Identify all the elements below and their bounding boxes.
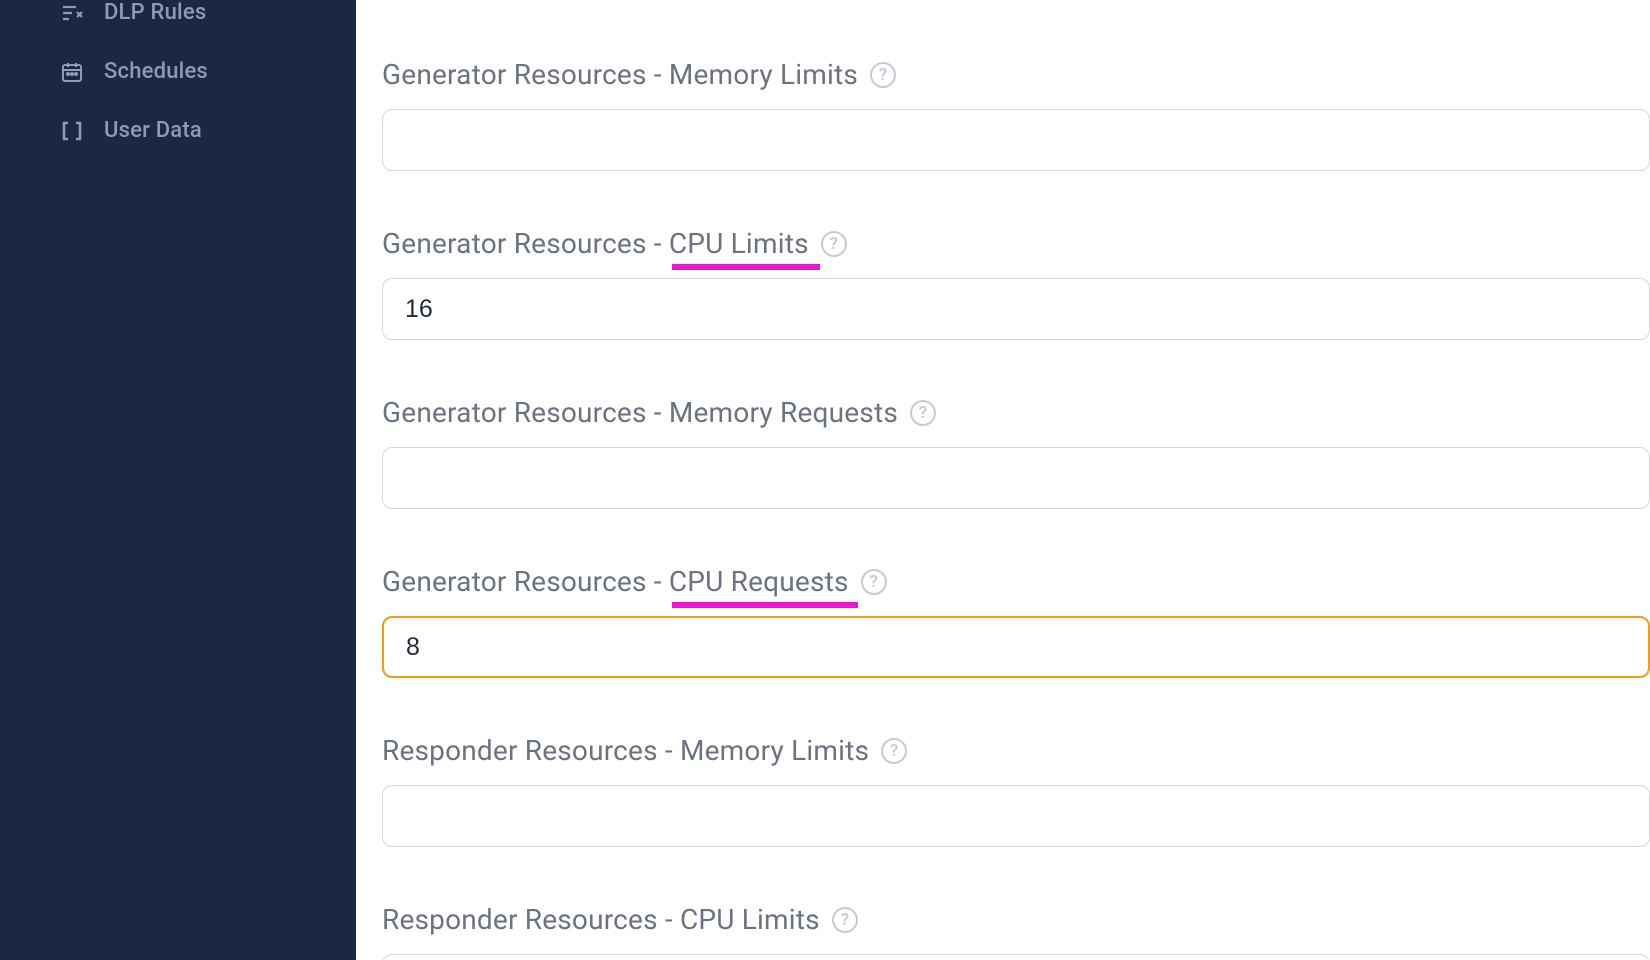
gen-cpu-requests-input[interactable] bbox=[382, 616, 1650, 678]
resource-form: Generator Resources - Memory Limits ? Ge… bbox=[382, 58, 1650, 960]
help-icon[interactable]: ? bbox=[910, 400, 936, 426]
annotation-underline bbox=[672, 602, 858, 608]
gen-cpu-limits-input[interactable] bbox=[382, 278, 1650, 340]
field-label: Responder Resources - CPU Limits bbox=[382, 903, 820, 936]
field-gen-cpu-requests: Generator Resources - CPU Requests ? bbox=[382, 565, 1650, 678]
field-gen-mem-requests: Generator Resources - Memory Requests ? bbox=[382, 396, 1650, 509]
main-content: Generator Resources - Memory Limits ? Ge… bbox=[356, 0, 1650, 960]
filter-x-icon bbox=[60, 1, 84, 25]
field-label: Responder Resources - Memory Limits bbox=[382, 734, 869, 767]
field-label: Generator Resources - CPU Requests bbox=[382, 565, 849, 598]
help-icon[interactable]: ? bbox=[821, 231, 847, 257]
resp-mem-limits-input[interactable] bbox=[382, 785, 1650, 847]
sidebar-item-label: Schedules bbox=[104, 59, 208, 84]
annotation-underline bbox=[672, 264, 820, 270]
field-label-row: Generator Resources - Memory Limits ? bbox=[382, 58, 1650, 91]
sidebar-item-dlp-rules[interactable]: DLP Rules bbox=[0, 0, 356, 42]
field-label: Generator Resources - Memory Limits bbox=[382, 58, 858, 91]
field-label-row: Generator Resources - CPU Requests ? bbox=[382, 565, 1650, 598]
sidebar-item-label: DLP Rules bbox=[104, 0, 206, 25]
resp-cpu-limits-input[interactable] bbox=[382, 954, 1650, 960]
help-icon[interactable]: ? bbox=[861, 569, 887, 595]
help-icon[interactable]: ? bbox=[832, 907, 858, 933]
help-icon[interactable]: ? bbox=[870, 62, 896, 88]
sidebar-item-schedules[interactable]: Schedules bbox=[0, 42, 356, 101]
field-gen-cpu-limits: Generator Resources - CPU Limits ? bbox=[382, 227, 1650, 340]
gen-mem-requests-input[interactable] bbox=[382, 447, 1650, 509]
field-gen-mem-limits: Generator Resources - Memory Limits ? bbox=[382, 58, 1650, 171]
field-label-row: Generator Resources - Memory Requests ? bbox=[382, 396, 1650, 429]
field-resp-mem-limits: Responder Resources - Memory Limits ? bbox=[382, 734, 1650, 847]
sidebar: DLP Rules Schedules User Data bbox=[0, 0, 356, 960]
field-label: Generator Resources - CPU Limits bbox=[382, 227, 809, 260]
field-label-row: Responder Resources - CPU Limits ? bbox=[382, 903, 1650, 936]
field-label-row: Responder Resources - Memory Limits ? bbox=[382, 734, 1650, 767]
field-label: Generator Resources - Memory Requests bbox=[382, 396, 898, 429]
sidebar-item-user-data[interactable]: User Data bbox=[0, 101, 356, 160]
field-resp-cpu-limits: Responder Resources - CPU Limits ? bbox=[382, 903, 1650, 960]
calendar-icon bbox=[60, 60, 84, 84]
sidebar-item-label: User Data bbox=[104, 118, 202, 143]
gen-mem-limits-input[interactable] bbox=[382, 109, 1650, 171]
brackets-icon bbox=[60, 119, 84, 143]
field-label-row: Generator Resources - CPU Limits ? bbox=[382, 227, 1650, 260]
help-icon[interactable]: ? bbox=[881, 738, 907, 764]
